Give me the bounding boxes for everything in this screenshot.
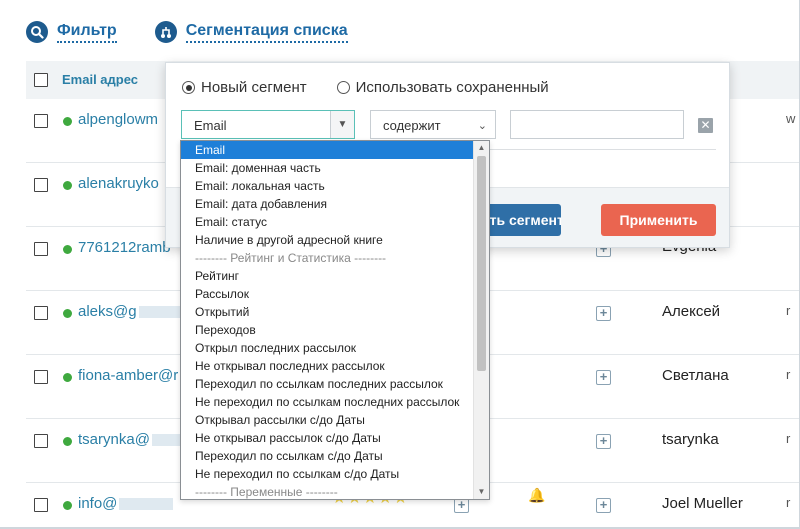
row-edge-text: r (786, 367, 791, 382)
chevron-down-icon[interactable]: ▼ (330, 111, 354, 138)
chevron-down-icon[interactable]: ⌄ (478, 119, 487, 132)
row-email[interactable]: alpenglowm (78, 111, 158, 128)
row-edge-text: r (786, 303, 791, 318)
segmentation-link[interactable]: Сегментация списка (154, 21, 348, 43)
row-email[interactable]: info@ (78, 495, 174, 512)
select-all-checkbox[interactable] (34, 73, 48, 87)
top-nav: Фильтр Сегментация списка (26, 18, 386, 46)
radio-new-segment[interactable] (182, 81, 195, 94)
row-edge-text: w (786, 111, 796, 126)
row-name: Joel Mueller (662, 495, 743, 512)
scroll-up-icon[interactable]: ▲ (474, 141, 489, 155)
row-name: tsarynka (662, 431, 719, 448)
radio-new-segment-label[interactable]: Новый сегмент (201, 79, 307, 96)
row-email[interactable]: aleks@g (78, 303, 193, 320)
row-email[interactable]: fiona-amber@r (78, 367, 178, 384)
dropdown-option[interactable]: Наличие в другой адресной книге (181, 231, 475, 249)
field-dropdown-list[interactable]: Email Email: доменная часть Email: локал… (180, 140, 490, 500)
operator-select[interactable]: содержит ⌄ (370, 110, 496, 139)
segment-mode-radios: Новый сегмент Использовать сохраненный (182, 79, 579, 96)
dropdown-scrollbar[interactable]: ▲ ▼ (473, 141, 489, 499)
dropdown-option[interactable]: Открыл последних рассылок (181, 339, 475, 357)
row-checkbox[interactable] (34, 178, 48, 192)
dropdown-option[interactable]: Email: статус (181, 213, 475, 231)
dropdown-option[interactable]: Не открывал рассылок с/до Даты (181, 429, 475, 447)
scroll-down-icon[interactable]: ▼ (474, 485, 489, 499)
row-edge-text: r (786, 431, 791, 446)
dropdown-option[interactable]: Рассылок (181, 285, 475, 303)
dropdown-option[interactable]: Email: доменная часть (181, 159, 475, 177)
dropdown-option[interactable]: Не переходил по ссылкам последних рассыл… (181, 393, 475, 411)
row-checkbox[interactable] (34, 370, 48, 384)
remove-condition-icon[interactable]: ✕ (698, 118, 713, 133)
dropdown-option[interactable]: Переходил по ссылкам последних рассылок (181, 375, 475, 393)
dropdown-option[interactable]: Переходил по ссылкам с/до Даты (181, 447, 475, 465)
search-icon (26, 21, 48, 43)
row-email[interactable]: 7761212ramb (78, 239, 171, 256)
add-icon[interactable]: + (596, 498, 611, 513)
condition-value-input[interactable] (510, 110, 684, 139)
status-dot (63, 501, 72, 510)
scrollbar-thumb[interactable] (477, 156, 486, 371)
filter-label[interactable]: Фильтр (57, 22, 117, 43)
app-frame: Фильтр Сегментация списка Email адрес al… (0, 0, 800, 529)
status-dot (63, 117, 72, 126)
field-select[interactable]: Email ▼ (181, 110, 355, 139)
row-checkbox[interactable] (34, 498, 48, 512)
segment-icon (154, 21, 177, 43)
radio-saved-segment-label[interactable]: Использовать сохраненный (356, 79, 549, 96)
dropdown-option[interactable]: Открывал рассылки с/до Даты (181, 411, 475, 429)
dropdown-option[interactable]: Открытий (181, 303, 475, 321)
row-name: Алексей (662, 303, 721, 320)
divider (486, 149, 716, 150)
status-dot (63, 437, 72, 446)
row-checkbox[interactable] (34, 434, 48, 448)
apply-button[interactable]: Применить (601, 204, 716, 236)
dropdown-option[interactable]: Рейтинг (181, 267, 475, 285)
filter-link[interactable]: Фильтр (26, 21, 117, 43)
add-icon[interactable]: + (454, 498, 469, 513)
row-checkbox[interactable] (34, 242, 48, 256)
add-icon[interactable]: + (596, 306, 611, 321)
field-select-value: Email (194, 118, 227, 133)
add-icon[interactable]: + (596, 370, 611, 385)
dropdown-option[interactable]: Email: локальная часть (181, 177, 475, 195)
status-dot (63, 181, 72, 190)
status-dot (63, 373, 72, 382)
email-column-header[interactable]: Email адрес (62, 72, 138, 87)
dropdown-option[interactable]: Не открывал последних рассылок (181, 357, 475, 375)
row-checkbox[interactable] (34, 114, 48, 128)
row-name: Светлана (662, 367, 729, 384)
add-icon[interactable]: + (596, 434, 611, 449)
segmentation-label[interactable]: Сегментация списка (185, 22, 348, 43)
status-dot (63, 245, 72, 254)
radio-saved-segment[interactable] (336, 81, 350, 94)
dropdown-group-header: -------- Переменные -------- (195, 485, 338, 499)
operator-select-value: содержит (383, 118, 441, 133)
dropdown-group-header: -------- Рейтинг и Статистика -------- (195, 251, 387, 265)
dropdown-option[interactable]: Email: дата добавления (181, 195, 475, 213)
dropdown-option[interactable]: Email (181, 141, 475, 159)
dropdown-option[interactable]: Не переходил по ссылкам с/до Даты (181, 465, 475, 483)
dropdown-option[interactable]: Переходов (181, 321, 475, 339)
row-checkbox[interactable] (34, 306, 48, 320)
row-email[interactable]: alenakruyko (78, 175, 159, 192)
status-dot (63, 309, 72, 318)
bell-icon: 🔔 (528, 487, 546, 503)
row-edge-text: r (786, 495, 791, 510)
